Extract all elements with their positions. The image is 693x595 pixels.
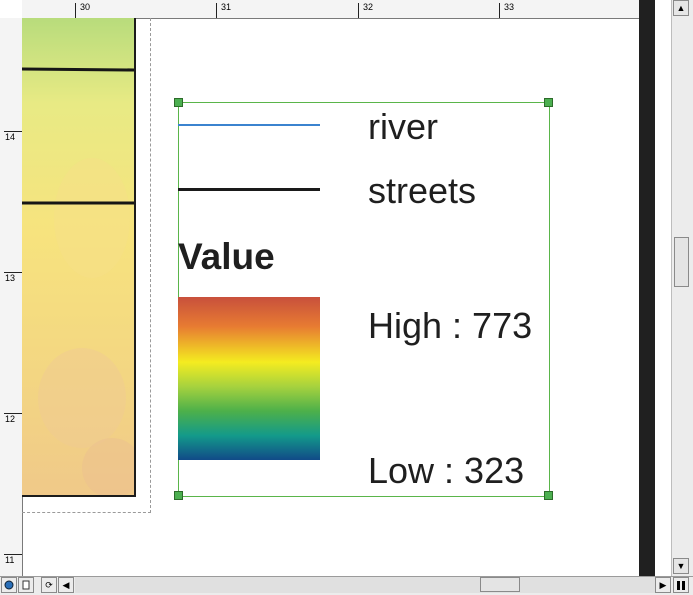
left-ruler: 14 13 12 11: [0, 18, 23, 576]
ruler-label-33: 33: [504, 2, 515, 12]
ruler-tick: [499, 3, 500, 18]
ruler-tick: [358, 3, 359, 18]
horizontal-scroll-thumb[interactable]: [480, 577, 520, 592]
refresh-icon[interactable]: ⟳: [41, 577, 57, 593]
scroll-down-button[interactable]: ▼: [673, 558, 689, 574]
ruler-label-12: 12: [5, 414, 16, 424]
resize-handle-top-right[interactable]: [544, 98, 553, 107]
vertical-scrollbar[interactable]: [671, 0, 693, 576]
resize-handle-bottom-right[interactable]: [544, 491, 553, 500]
legend-streets-label: streets: [368, 170, 477, 211]
ruler-label-32: 32: [363, 2, 374, 12]
elevation-color-ramp: [178, 297, 320, 460]
ruler-label-31: 31: [221, 2, 232, 12]
legend-low-label: Low : 323: [368, 450, 525, 491]
horizontal-scrollbar[interactable]: [75, 577, 655, 593]
vertical-scroll-thumb[interactable]: [674, 237, 689, 287]
streets-symbol: [178, 188, 320, 191]
scroll-right-button[interactable]: ▶: [655, 577, 671, 593]
pause-icon[interactable]: [673, 577, 689, 593]
legend-river-label: river: [368, 106, 438, 147]
terrain-map: [22, 18, 134, 495]
map-frame[interactable]: [22, 18, 136, 497]
top-ruler: 30 31 32 33: [22, 0, 639, 19]
legend-high-label: High : 773: [368, 305, 533, 346]
scroll-up-button[interactable]: ▲: [673, 0, 689, 16]
ruler-tick: [216, 3, 217, 18]
legend-value-heading: Value: [178, 236, 275, 277]
page-icon[interactable]: [18, 577, 34, 593]
ruler-label-30: 30: [80, 2, 91, 12]
page-edge-bar: [639, 0, 655, 576]
ruler-label-13: 13: [5, 273, 16, 283]
scroll-left-button[interactable]: ◀: [58, 577, 74, 593]
ruler-label-14: 14: [5, 132, 16, 142]
ruler-label-11: 11: [5, 555, 15, 565]
globe-icon[interactable]: [1, 577, 17, 593]
resize-handle-top-left[interactable]: [174, 98, 183, 107]
resize-handle-bottom-left[interactable]: [174, 491, 183, 500]
river-symbol: [178, 124, 320, 126]
street-line: [22, 67, 134, 72]
ruler-tick: [75, 3, 76, 18]
